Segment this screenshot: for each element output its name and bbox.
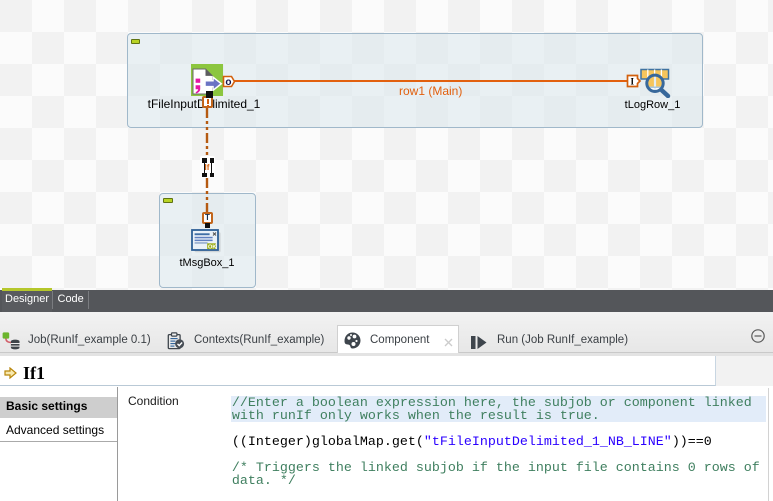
svg-text:o: o [225, 77, 231, 88]
svg-text:I: I [631, 77, 635, 87]
svg-text:OK: OK [208, 244, 216, 250]
